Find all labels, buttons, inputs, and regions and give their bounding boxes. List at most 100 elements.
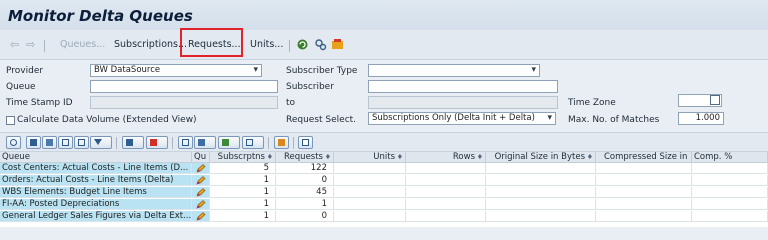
find-next-icon[interactable] bbox=[74, 136, 89, 149]
edit-cell[interactable] bbox=[192, 211, 210, 222]
details-icon[interactable] bbox=[6, 136, 21, 149]
table-row[interactable]: General Ledger Sales Figures via Delta E… bbox=[0, 211, 768, 222]
sum-icon[interactable] bbox=[122, 136, 144, 149]
column-header-units[interactable]: Units ♦ bbox=[334, 152, 406, 163]
table-row[interactable]: WBS Elements: Budget Line Items 1 45 bbox=[0, 187, 768, 198]
column-header-units-label: Units bbox=[373, 152, 395, 162]
timestamp-input[interactable] bbox=[90, 96, 278, 109]
calc-volume-label: Calculate Data Volume (Extended View) bbox=[17, 115, 197, 125]
compressed-size-cell bbox=[596, 175, 692, 186]
print-icon[interactable] bbox=[178, 136, 193, 149]
compressed-size-cell bbox=[596, 211, 692, 222]
column-header-comp-pct[interactable]: Comp. % bbox=[692, 152, 768, 163]
graphic-icon[interactable] bbox=[274, 136, 289, 149]
queue-input[interactable] bbox=[90, 80, 278, 93]
queue-cell[interactable]: General Ledger Sales Figures via Delta E… bbox=[0, 211, 192, 222]
request-select-dropdown[interactable]: Subscriptions Only (Delta Init + Delta) bbox=[368, 112, 556, 125]
toolbar-separator bbox=[268, 137, 269, 149]
sort-ascending-icon[interactable] bbox=[26, 136, 41, 149]
table-row[interactable]: FI-AA: Posted Depreciations 1 1 bbox=[0, 199, 768, 210]
subscriber-type-select[interactable] bbox=[368, 64, 540, 77]
pencil-icon[interactable] bbox=[196, 188, 206, 197]
back-arrow-icon[interactable]: ⇦ bbox=[10, 38, 19, 51]
sort-indicator-icon: ♦ bbox=[396, 153, 403, 161]
rows-cell bbox=[406, 211, 486, 222]
refresh-icon[interactable] bbox=[296, 38, 309, 51]
queue-cell[interactable]: FI-AA: Posted Depreciations bbox=[0, 199, 192, 210]
max-matches-input[interactable]: 1.000 bbox=[678, 112, 724, 125]
value-help-icon[interactable] bbox=[710, 95, 720, 105]
edit-cell[interactable] bbox=[192, 175, 210, 186]
pencil-icon[interactable] bbox=[196, 164, 206, 173]
subtotal-icon[interactable] bbox=[146, 136, 168, 149]
requests-cell: 122 bbox=[276, 163, 334, 174]
column-header-edit-label: Qu bbox=[194, 152, 207, 162]
filter-icon[interactable] bbox=[90, 136, 112, 149]
info-icon[interactable] bbox=[298, 136, 313, 149]
queue-cell[interactable]: WBS Elements: Budget Line Items bbox=[0, 187, 192, 198]
column-header-rows[interactable]: Rows ♦ bbox=[406, 152, 486, 163]
sort-descending-icon[interactable] bbox=[42, 136, 57, 149]
selection-form: Provider BW DataSource Subscriber Type Q… bbox=[0, 62, 768, 130]
rows-cell bbox=[406, 175, 486, 186]
edit-cell[interactable] bbox=[192, 163, 210, 174]
column-header-comp-pct-label: Comp. % bbox=[694, 152, 733, 162]
column-header-subscriptions[interactable]: Subscrptns ♦ bbox=[210, 152, 276, 163]
queue-cell[interactable]: Orders: Actual Costs - Line Items (Delta… bbox=[0, 175, 192, 186]
pencil-icon[interactable] bbox=[196, 176, 206, 185]
pencil-icon[interactable] bbox=[196, 200, 206, 209]
subscriptions-cell: 1 bbox=[210, 187, 276, 198]
comp-pct-cell bbox=[692, 187, 768, 198]
request-select-value: Subscriptions Only (Delta Init + Delta) bbox=[372, 113, 535, 123]
queue-cell[interactable]: Cost Centers: Actual Costs - Line Items … bbox=[0, 163, 192, 174]
queue-label: Queue bbox=[6, 82, 36, 92]
column-header-requests[interactable]: Requests ♦ bbox=[276, 152, 334, 163]
toolbar-separator bbox=[116, 137, 117, 149]
requests-cell: 0 bbox=[276, 175, 334, 186]
column-header-compressed-size[interactable]: Compressed Size in ... bbox=[596, 152, 692, 163]
edit-cell[interactable] bbox=[192, 199, 210, 210]
subscriptions-cell: 1 bbox=[210, 211, 276, 222]
column-header-original-size-label: Original Size in Bytes bbox=[494, 152, 585, 162]
layout-icon[interactable] bbox=[242, 136, 264, 149]
toolbar-separator bbox=[293, 137, 294, 149]
table-row[interactable]: Orders: Actual Costs - Line Items (Delta… bbox=[0, 175, 768, 186]
queues-button[interactable]: Queues... bbox=[60, 39, 105, 50]
subscriber-label: Subscriber bbox=[286, 82, 334, 92]
provider-select[interactable]: BW DataSource bbox=[90, 64, 262, 77]
column-header-subscriptions-label: Subscrptns bbox=[217, 152, 265, 162]
pencil-icon[interactable] bbox=[196, 212, 206, 221]
time-zone-label: Time Zone bbox=[568, 98, 616, 108]
column-header-queue[interactable]: Queue bbox=[0, 152, 192, 163]
column-header-original-size[interactable]: Original Size in Bytes ♦ bbox=[486, 152, 596, 163]
subscriptions-button[interactable]: Subscriptions... bbox=[114, 39, 187, 50]
comp-pct-cell bbox=[692, 199, 768, 210]
units-cell bbox=[334, 199, 406, 210]
calc-volume-checkbox[interactable] bbox=[6, 116, 15, 125]
provider-value: BW DataSource bbox=[94, 65, 161, 75]
requests-cell: 0 bbox=[276, 211, 334, 222]
subscriber-input[interactable] bbox=[368, 80, 558, 93]
table-row[interactable]: Cost Centers: Actual Costs - Line Items … bbox=[0, 163, 768, 174]
column-header-queue-label: Queue bbox=[2, 152, 30, 162]
column-header-edit[interactable]: Qu bbox=[192, 152, 210, 163]
units-button[interactable]: Units... bbox=[250, 39, 283, 50]
export-icon[interactable] bbox=[218, 136, 240, 149]
customize-icon[interactable] bbox=[331, 38, 344, 51]
settings-icon[interactable] bbox=[314, 38, 327, 51]
requests-cell: 45 bbox=[276, 187, 334, 198]
sort-indicator-icon: ♦ bbox=[266, 153, 273, 161]
forward-arrow-icon[interactable]: ⇨ bbox=[26, 38, 35, 51]
compressed-size-cell bbox=[596, 199, 692, 210]
comp-pct-cell bbox=[692, 211, 768, 222]
timestamp-to-input[interactable] bbox=[368, 96, 558, 109]
view-icon[interactable] bbox=[194, 136, 216, 149]
page-title: Monitor Delta Queues bbox=[8, 7, 193, 25]
title-bar: Monitor Delta Queues bbox=[0, 0, 768, 30]
application-toolbar: ⇦ ⇨ Queues... Subscriptions... Requests.… bbox=[0, 30, 768, 60]
edit-cell[interactable] bbox=[192, 187, 210, 198]
rows-cell bbox=[406, 199, 486, 210]
sort-indicator-icon: ♦ bbox=[586, 153, 593, 161]
find-icon[interactable] bbox=[58, 136, 73, 149]
sort-indicator-icon: ♦ bbox=[324, 153, 331, 161]
